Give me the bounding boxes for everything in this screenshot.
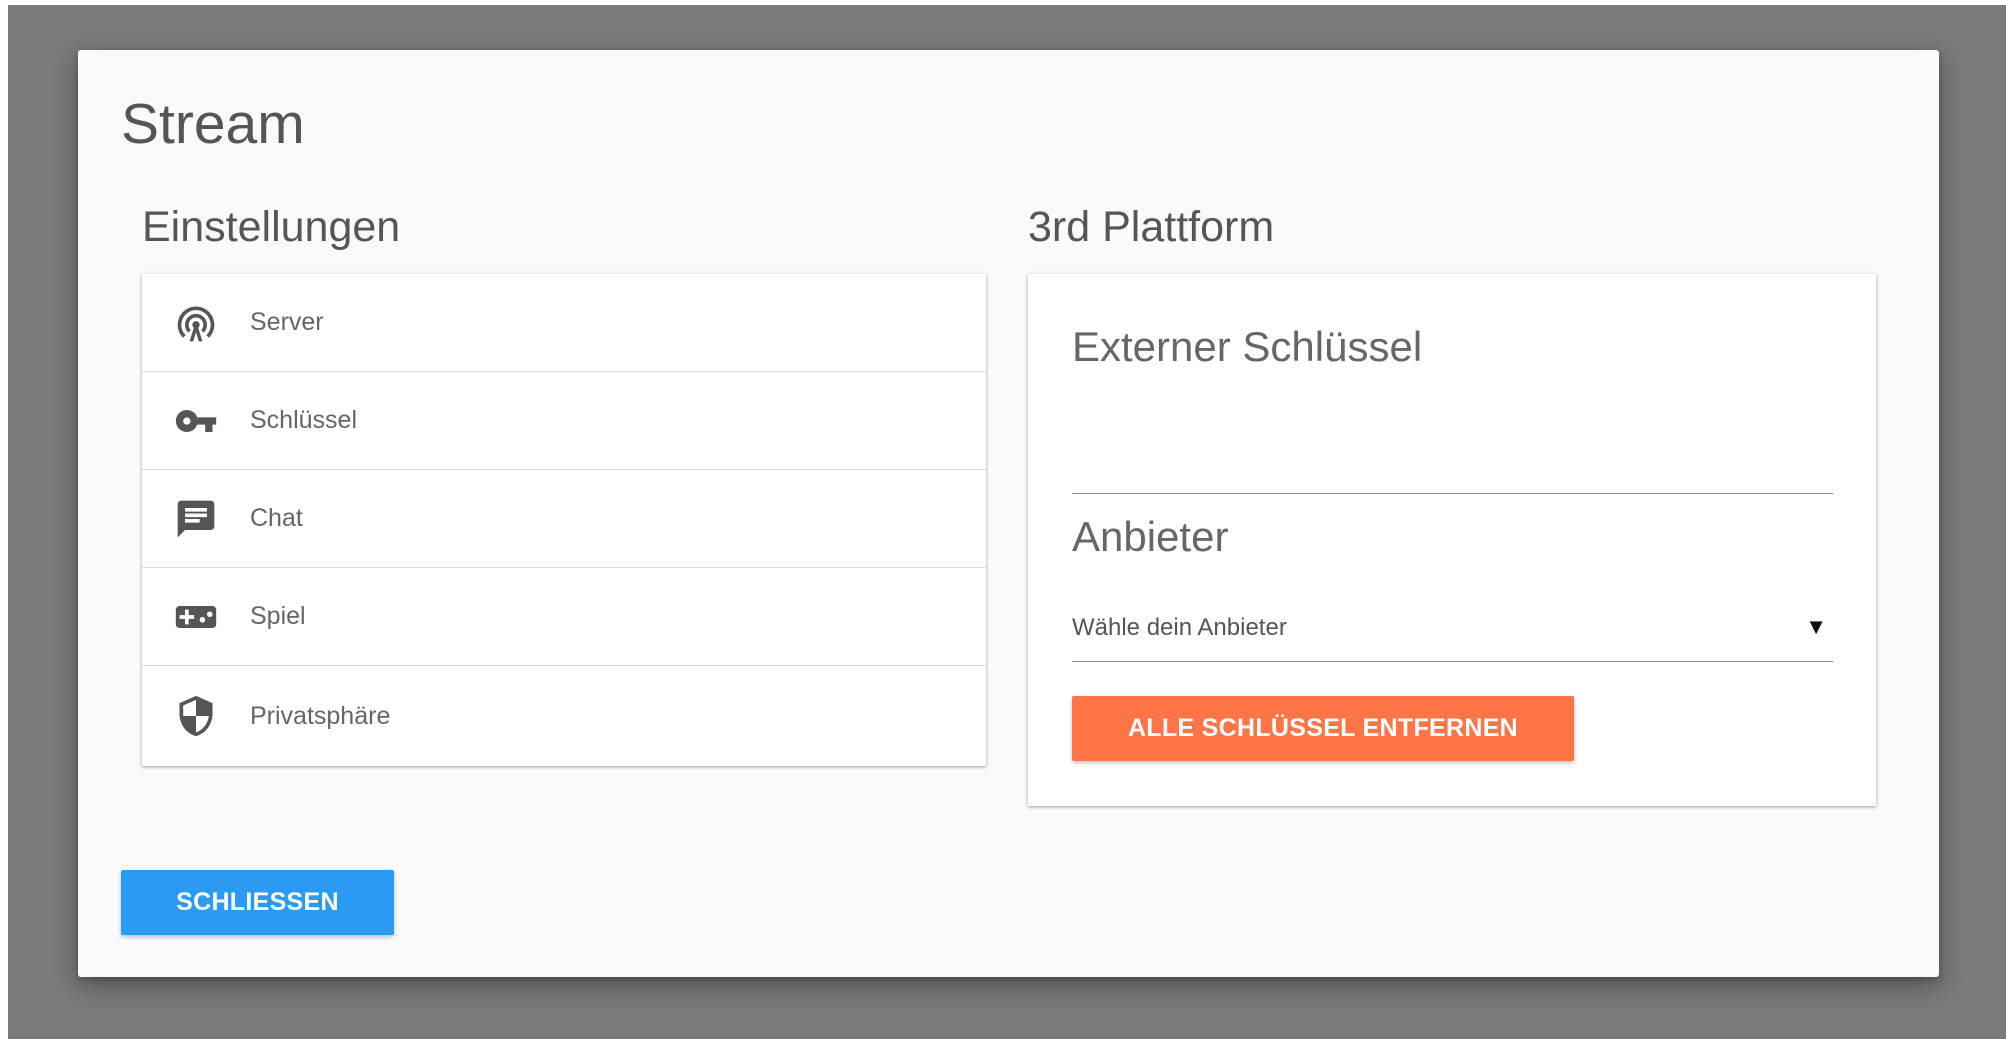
- provider-select[interactable]: Wähle dein Anbieter ▼: [1072, 594, 1833, 662]
- settings-item-label: Privatsphäre: [250, 701, 391, 730]
- settings-item-server[interactable]: Server: [142, 274, 986, 372]
- provider-select-value: Wähle dein Anbieter: [1072, 614, 1287, 641]
- settings-item-label: Server: [250, 308, 324, 336]
- dialog-title: Stream: [121, 92, 305, 156]
- antenna-icon: [142, 301, 250, 345]
- platform-card: Externer Schlüssel Anbieter Wähle dein A…: [1028, 274, 1876, 806]
- stream-dialog: Stream Einstellungen Server Schlüssel Ch…: [78, 50, 1939, 977]
- chat-icon: [142, 497, 250, 541]
- settings-item-label: Spiel: [250, 602, 306, 630]
- remove-all-keys-button[interactable]: ALLE SCHLÜSSEL ENTFERNEN: [1072, 696, 1574, 761]
- key-icon: [142, 399, 250, 443]
- settings-item-key[interactable]: Schlüssel: [142, 372, 986, 470]
- platform-section-title: 3rd Plattform: [1028, 203, 1275, 251]
- gamepad-icon: [142, 595, 250, 639]
- settings-item-chat[interactable]: Chat: [142, 470, 986, 568]
- settings-section-title: Einstellungen: [142, 203, 401, 251]
- provider-label: Anbieter: [1072, 513, 1229, 560]
- close-button[interactable]: SCHLIESSEN: [121, 870, 394, 935]
- settings-item-label: Chat: [250, 504, 303, 532]
- shield-icon: [142, 694, 250, 738]
- external-key-input[interactable]: [1072, 424, 1833, 494]
- external-key-label: Externer Schlüssel: [1072, 323, 1423, 370]
- settings-list: Server Schlüssel Chat Spiel Privatsphäre: [142, 274, 986, 766]
- settings-item-label: Schlüssel: [250, 406, 357, 434]
- settings-item-game[interactable]: Spiel: [142, 568, 986, 666]
- settings-item-privacy[interactable]: Privatsphäre: [142, 666, 986, 766]
- dropdown-arrow-icon: ▼: [1805, 614, 1827, 639]
